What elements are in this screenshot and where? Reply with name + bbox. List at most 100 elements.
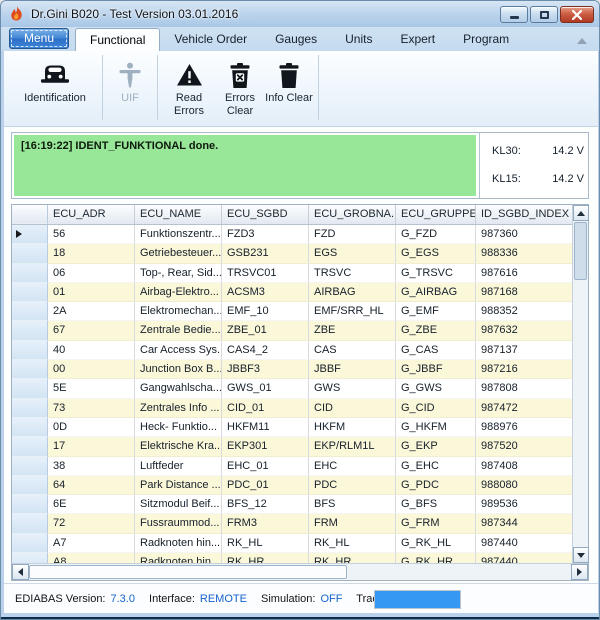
cell-ecu-adr[interactable]: 0D <box>48 418 135 437</box>
row-selector[interactable] <box>12 553 48 563</box>
cell-ecu-sgbd[interactable]: GSB231 <box>222 244 309 263</box>
cell-id-sgbd-index[interactable]: 987137 <box>476 341 572 360</box>
cell-ecu-gruppe[interactable]: G_EGS <box>396 244 476 263</box>
cell-id-sgbd-index[interactable]: 987168 <box>476 283 572 302</box>
table-row[interactable]: 0D Heck- Funktio... HKFM11 HKFM G_HKFM 9… <box>12 418 572 437</box>
cell-ecu-adr[interactable]: 06 <box>48 264 135 283</box>
cell-ecu-name[interactable]: Luftfeder <box>135 457 222 476</box>
cell-id-sgbd-index[interactable]: 987408 <box>476 457 572 476</box>
cell-ecu-adr[interactable]: 6E <box>48 495 135 514</box>
cell-ecu-grobname[interactable]: FZD <box>309 225 396 244</box>
cell-ecu-adr[interactable]: 5E <box>48 379 135 398</box>
cell-ecu-adr[interactable]: 73 <box>48 399 135 418</box>
cell-ecu-name[interactable]: Getriebesteuer... <box>135 244 222 263</box>
table-row[interactable]: 38 Luftfeder EHC_01 EHC G_EHC 987408 <box>12 457 572 476</box>
cell-id-sgbd-index[interactable]: 987472 <box>476 399 572 418</box>
cell-id-sgbd-index[interactable]: 987344 <box>476 514 572 533</box>
info-clear-button[interactable]: Info Clear <box>265 51 313 126</box>
cell-ecu-name[interactable]: Radknoten hin... <box>135 534 222 553</box>
cell-id-sgbd-index[interactable]: 988352 <box>476 302 572 321</box>
cell-ecu-sgbd[interactable]: FRM3 <box>222 514 309 533</box>
table-row[interactable]: 73 Zentrales Info ... CID_01 CID G_CID 9… <box>12 399 572 418</box>
row-selector[interactable] <box>12 476 48 495</box>
table-row[interactable]: 06 Top-, Rear, Sid... TRSVC01 TRSVC G_TR… <box>12 264 572 283</box>
cell-id-sgbd-index[interactable]: 988080 <box>476 476 572 495</box>
cell-ecu-sgbd[interactable]: GWS_01 <box>222 379 309 398</box>
horizontal-scroll-thumb[interactable] <box>29 565 347 579</box>
cell-ecu-name[interactable]: Funktionszentr... <box>135 225 222 244</box>
table-row[interactable]: 18 Getriebesteuer... GSB231 EGS G_EGS 98… <box>12 244 572 263</box>
col-ecu-gruppe[interactable]: ECU_GRUPPE <box>396 205 476 224</box>
row-selector[interactable] <box>12 244 48 263</box>
scroll-down-button[interactable] <box>573 547 589 563</box>
cell-ecu-name[interactable]: Car Access Sys... <box>135 341 222 360</box>
col-id-sgbd-index[interactable]: ID_SGBD_INDEX <box>476 205 572 224</box>
cell-id-sgbd-index[interactable]: 987632 <box>476 321 572 340</box>
col-ecu-adr[interactable]: ECU_ADR <box>48 205 135 224</box>
cell-id-sgbd-index[interactable]: 987520 <box>476 437 572 456</box>
cell-ecu-adr[interactable]: A7 <box>48 534 135 553</box>
cell-ecu-sgbd[interactable]: RK_HR <box>222 553 309 563</box>
cell-ecu-sgbd[interactable]: TRSVC01 <box>222 264 309 283</box>
cell-ecu-adr[interactable]: A8 <box>48 553 135 563</box>
tab-vehicle-order[interactable]: Vehicle Order <box>160 28 261 51</box>
table-row[interactable]: 00 Junction Box B... JBBF3 JBBF G_JBBF 9… <box>12 360 572 379</box>
cell-ecu-grobname[interactable]: EKP/RLM1L <box>309 437 396 456</box>
row-selector[interactable] <box>12 302 48 321</box>
cell-ecu-gruppe[interactable]: G_FRM <box>396 514 476 533</box>
cell-id-sgbd-index[interactable]: 988336 <box>476 244 572 263</box>
table-row[interactable]: 6E Sitzmodul Beif... BFS_12 BFS G_BFS 98… <box>12 495 572 514</box>
cell-ecu-adr[interactable]: 17 <box>48 437 135 456</box>
cell-ecu-sgbd[interactable]: EHC_01 <box>222 457 309 476</box>
cell-ecu-grobname[interactable]: CAS <box>309 341 396 360</box>
table-row[interactable]: 67 Zentrale Bedie... ZBE_01 ZBE G_ZBE 98… <box>12 321 572 340</box>
cell-ecu-gruppe[interactable]: G_AIRBAG <box>396 283 476 302</box>
row-selector[interactable] <box>12 379 48 398</box>
cell-ecu-sgbd[interactable]: CAS4_2 <box>222 341 309 360</box>
cell-ecu-adr[interactable]: 2A <box>48 302 135 321</box>
tab-units[interactable]: Units <box>331 28 386 51</box>
table-row[interactable]: 56 Funktionszentr... FZD3 FZD G_FZD 9873… <box>12 225 572 244</box>
cell-ecu-sgbd[interactable]: FZD3 <box>222 225 309 244</box>
tab-functional[interactable]: Functional <box>75 28 160 51</box>
col-ecu-sgbd[interactable]: ECU_SGBD <box>222 205 309 224</box>
cell-ecu-adr[interactable]: 56 <box>48 225 135 244</box>
cell-id-sgbd-index[interactable]: 987808 <box>476 379 572 398</box>
cell-ecu-name[interactable]: Junction Box B... <box>135 360 222 379</box>
row-selector[interactable] <box>12 360 48 379</box>
close-button[interactable] <box>560 6 594 23</box>
cell-ecu-gruppe[interactable]: G_PDC <box>396 476 476 495</box>
tab-expert[interactable]: Expert <box>386 28 449 51</box>
cell-ecu-grobname[interactable]: PDC <box>309 476 396 495</box>
cell-ecu-gruppe[interactable]: G_RK_HR <box>396 553 476 563</box>
cell-ecu-sgbd[interactable]: PDC_01 <box>222 476 309 495</box>
cell-ecu-gruppe[interactable]: G_EMF <box>396 302 476 321</box>
cell-ecu-gruppe[interactable]: G_RK_HL <box>396 534 476 553</box>
cell-ecu-adr[interactable]: 00 <box>48 360 135 379</box>
row-selector[interactable] <box>12 225 48 244</box>
table-row[interactable]: 01 Airbag-Elektro... ACSM3 AIRBAG G_AIRB… <box>12 283 572 302</box>
cell-ecu-grobname[interactable]: GWS <box>309 379 396 398</box>
cell-ecu-adr[interactable]: 18 <box>48 244 135 263</box>
cell-ecu-adr[interactable]: 40 <box>48 341 135 360</box>
cell-ecu-name[interactable]: Elektrische Kra... <box>135 437 222 456</box>
cell-ecu-grobname[interactable]: EHC <box>309 457 396 476</box>
cell-ecu-gruppe[interactable]: G_CAS <box>396 341 476 360</box>
cell-ecu-name[interactable]: Sitzmodul Beif... <box>135 495 222 514</box>
cell-ecu-sgbd[interactable]: BFS_12 <box>222 495 309 514</box>
cell-ecu-gruppe[interactable]: G_JBBF <box>396 360 476 379</box>
scroll-left-button[interactable] <box>12 564 29 580</box>
cell-ecu-sgbd[interactable]: EMF_10 <box>222 302 309 321</box>
row-selector[interactable] <box>12 341 48 360</box>
cell-ecu-grobname[interactable]: AIRBAG <box>309 283 396 302</box>
cell-id-sgbd-index[interactable]: 988976 <box>476 418 572 437</box>
chevron-up-icon[interactable] <box>577 38 587 44</box>
cell-ecu-grobname[interactable]: FRM <box>309 514 396 533</box>
table-row[interactable]: 17 Elektrische Kra... EKP301 EKP/RLM1L G… <box>12 437 572 456</box>
cell-id-sgbd-index[interactable]: 987360 <box>476 225 572 244</box>
maximize-button[interactable] <box>530 6 558 23</box>
cell-ecu-adr[interactable]: 38 <box>48 457 135 476</box>
table-row[interactable]: 5E Gangwahlscha... GWS_01 GWS G_GWS 9878… <box>12 379 572 398</box>
cell-id-sgbd-index[interactable]: 989536 <box>476 495 572 514</box>
cell-ecu-gruppe[interactable]: G_BFS <box>396 495 476 514</box>
